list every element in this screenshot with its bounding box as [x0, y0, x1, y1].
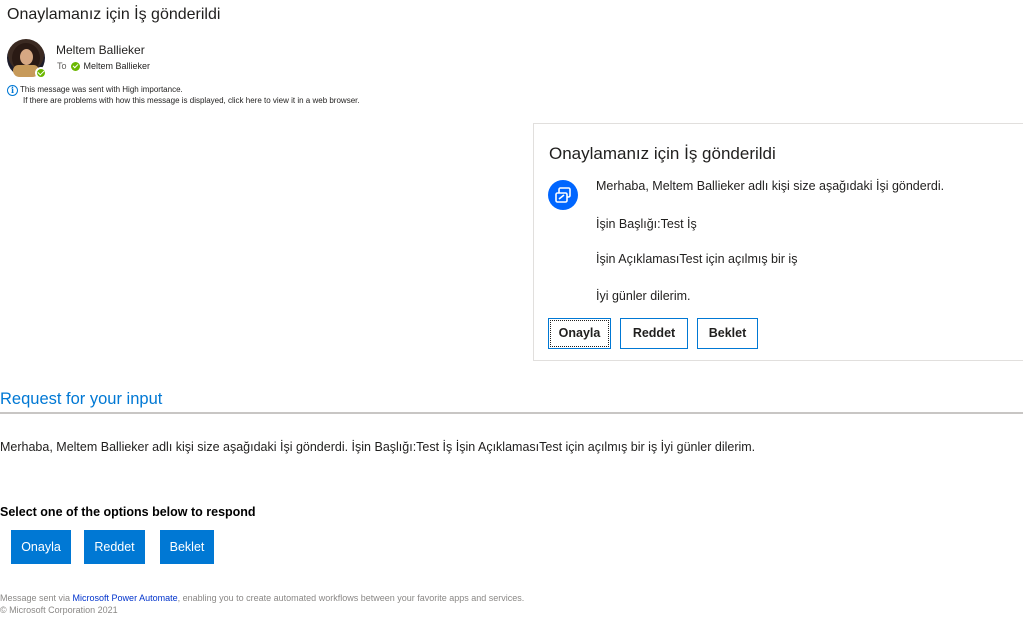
- view-in-browser-link[interactable]: If there are problems with how this mess…: [23, 96, 360, 105]
- select-option-label: Select one of the options below to respo…: [0, 505, 256, 519]
- card-greeting: Merhaba, Meltem Ballieker adlı kişi size…: [596, 179, 945, 193]
- footer-copyright: © Microsoft Corporation 2021: [0, 605, 118, 615]
- to-label: To: [57, 61, 67, 71]
- divider: [0, 412, 1023, 414]
- importance-notice: This message was sent with High importan…: [20, 85, 183, 94]
- recipient-line: To Meltem Ballieker: [57, 61, 150, 71]
- recipient-presence-icon: [70, 61, 80, 71]
- approve-button[interactable]: Onayla: [11, 530, 71, 564]
- card-reject-button[interactable]: Reddet: [620, 318, 688, 349]
- approval-glyph-icon: [555, 187, 571, 203]
- adaptive-card: Onaylamanız için İş gönderildi Merhaba, …: [533, 123, 1023, 361]
- recipient-name[interactable]: Meltem Ballieker: [84, 61, 151, 71]
- reject-button[interactable]: Reddet: [84, 530, 145, 564]
- card-closing: İyi günler dilerim.: [596, 289, 691, 303]
- email-subject: Onaylamanız için İş gönderildi: [7, 6, 221, 23]
- card-task-title: İşin Başlığı:Test İş: [596, 217, 697, 231]
- avatar-face: [20, 49, 33, 65]
- footer-message: Message sent via Microsoft Power Automat…: [0, 593, 524, 603]
- sender-name[interactable]: Meltem Ballieker: [56, 43, 145, 57]
- card-approve-button[interactable]: Onayla: [548, 318, 611, 349]
- request-title: Request for your input: [0, 390, 163, 408]
- power-automate-link[interactable]: Microsoft Power Automate: [73, 593, 178, 603]
- footer-prefix: Message sent via: [0, 593, 73, 603]
- card-task-description: İşin AçıklamasıTest için açılmış bir iş: [596, 252, 798, 266]
- card-hold-button[interactable]: Beklet: [697, 318, 758, 349]
- info-icon: i: [7, 85, 18, 96]
- card-title: Onaylamanız için İş gönderildi: [549, 144, 776, 163]
- request-body: Merhaba, Meltem Ballieker adlı kişi size…: [0, 440, 756, 454]
- presence-available-icon: [35, 67, 47, 79]
- footer-suffix: , enabling you to create automated workf…: [177, 593, 525, 603]
- hold-button[interactable]: Beklet: [160, 530, 214, 564]
- approval-app-icon: [548, 180, 578, 210]
